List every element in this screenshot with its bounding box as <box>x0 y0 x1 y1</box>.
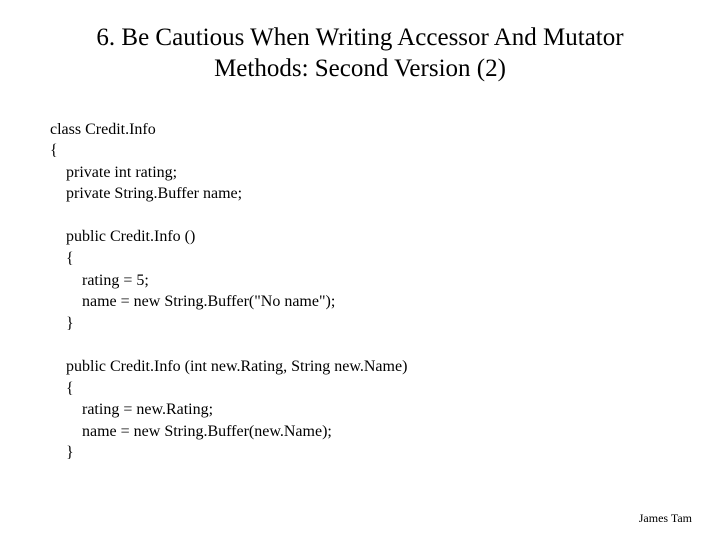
code-content: class Credit.Info { private int rating; … <box>50 119 670 465</box>
title-line-1: 6. Be Cautious When Writing Accessor And… <box>96 24 623 51</box>
title-line-2: Methods: Second Version (2) <box>214 55 506 82</box>
footer-author: James Tam <box>639 511 692 526</box>
slide-title: 6. Be Cautious When Writing Accessor And… <box>50 22 670 85</box>
